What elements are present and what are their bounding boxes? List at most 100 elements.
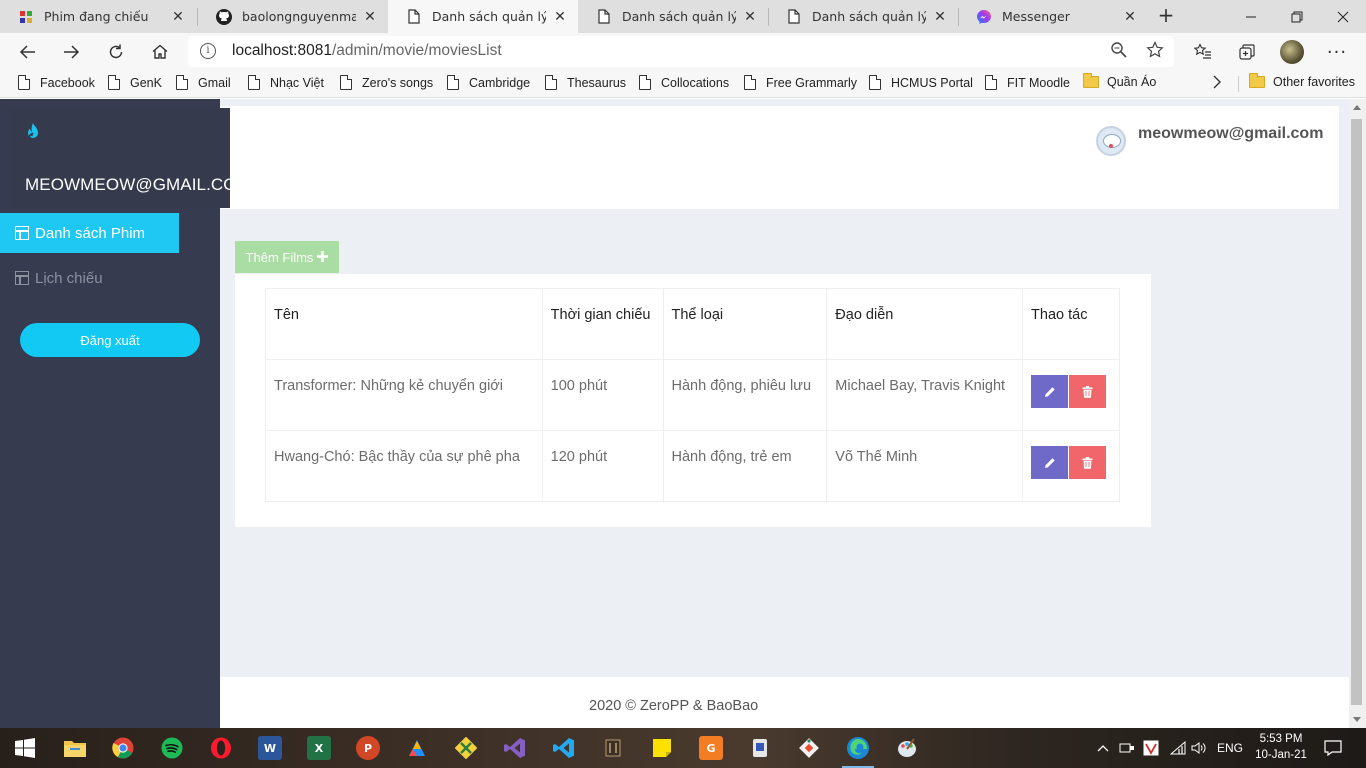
scrollbar-thumb[interactable]: [1351, 119, 1362, 705]
page-icon: [596, 9, 612, 25]
paint-icon[interactable]: [895, 736, 919, 760]
spotify-icon[interactable]: [160, 736, 184, 760]
close-icon[interactable]: ✕: [362, 9, 378, 25]
tab-danh-sach-quan-ly[interactable]: Danh sách quản lý ✕: [768, 0, 958, 33]
page-icon: [248, 75, 260, 90]
favorite-nhac-viet[interactable]: Nhạc Việt: [248, 75, 324, 90]
favorite-other-favorites[interactable]: Other favorites: [1249, 73, 1355, 89]
folder-icon: [1249, 73, 1265, 88]
url-host: localhost:8081: [232, 42, 332, 59]
delete-button[interactable]: [1069, 446, 1107, 479]
vscode-icon[interactable]: [552, 736, 576, 760]
cell-duration: 100 phút: [541, 359, 664, 431]
user-avatar[interactable]: [1096, 126, 1126, 156]
tab-phim-dang-chieu[interactable]: Phim đang chiếu ✕: [0, 0, 196, 33]
delete-button[interactable]: [1069, 375, 1107, 408]
favorites-list-icon[interactable]: [1188, 37, 1218, 67]
favorite-collocations[interactable]: Collocations: [639, 75, 729, 90]
close-icon[interactable]: ✕: [552, 9, 568, 25]
file-explorer-icon[interactable]: [63, 736, 87, 760]
clock-time: 5:53 PM: [1259, 733, 1303, 745]
chrome-icon[interactable]: [111, 736, 135, 760]
column-header-name: Tên: [265, 288, 543, 360]
home-button[interactable]: [145, 37, 175, 67]
favorite-free-grammarly[interactable]: Free Grammarly: [744, 75, 857, 90]
close-window-button[interactable]: [1320, 0, 1366, 33]
favorite-gmail[interactable]: Gmail: [176, 75, 231, 90]
paint-3d-icon[interactable]: [405, 736, 429, 760]
sticky-notes-icon[interactable]: [650, 736, 674, 760]
close-icon[interactable]: ✕: [932, 9, 948, 25]
tab-danh-sach-quan-ly[interactable]: Danh sách quản lý ✕: [578, 0, 768, 33]
usb-device-icon[interactable]: [1119, 728, 1135, 768]
logout-button[interactable]: Đăng xuất: [20, 323, 200, 357]
new-tab-button[interactable]: +: [1154, 4, 1178, 28]
volume-icon[interactable]: [1191, 728, 1207, 768]
edit-button[interactable]: [1031, 375, 1069, 408]
favorite-facebook[interactable]: Facebook: [18, 75, 95, 90]
edge-icon[interactable]: [846, 736, 870, 760]
add-film-button[interactable]: Thêm Films: [235, 241, 339, 273]
collections-icon[interactable]: [1232, 37, 1262, 67]
chevron-right-icon[interactable]: [1212, 75, 1222, 93]
top-navbar: meowmeow@gmail.com: [220, 106, 1339, 209]
refresh-button[interactable]: [101, 37, 131, 67]
wifi-icon[interactable]: [1170, 728, 1186, 768]
folder-icon: [1083, 73, 1099, 88]
network-tool-icon[interactable]: [748, 736, 772, 760]
windows-start-icon[interactable]: [13, 736, 37, 760]
search-icon[interactable]: [1110, 41, 1128, 64]
favorite-folder-quan-ao[interactable]: Quần Áo: [1083, 73, 1156, 89]
more-menu-icon[interactable]: ···: [1322, 37, 1352, 67]
sidebar-item-movies[interactable]: Danh sách Phim: [0, 213, 179, 253]
minimize-button[interactable]: [1228, 0, 1274, 33]
favorite-thesaurus[interactable]: Thesaurus: [545, 75, 626, 90]
tab-messenger[interactable]: Messenger ✕: [958, 0, 1148, 33]
taskbar-clock[interactable]: 5:53 PM 10-Jan-21: [1251, 731, 1311, 763]
column-header-duration: Thời gian chiếu: [541, 288, 664, 360]
close-icon[interactable]: ✕: [1122, 9, 1138, 25]
visual-studio-icon[interactable]: [503, 736, 527, 760]
favorite-label: Facebook: [40, 75, 95, 90]
github-icon: [216, 8, 232, 25]
edit-button[interactable]: [1031, 446, 1069, 479]
foxit-pdf-icon[interactable]: G: [699, 736, 723, 760]
media-player-icon[interactable]: [601, 736, 625, 760]
opera-icon[interactable]: [209, 736, 233, 760]
favorite-fit-moodle[interactable]: FIT Moodle: [985, 75, 1070, 90]
page-scrollbar[interactable]: [1349, 99, 1366, 728]
pencil-icon: [1044, 457, 1055, 468]
page-icon: [406, 9, 422, 25]
close-icon[interactable]: ✕: [170, 9, 186, 25]
scroll-down-icon[interactable]: [1353, 717, 1361, 722]
user-email[interactable]: meowmeow@gmail.com: [1138, 125, 1323, 143]
back-button[interactable]: [13, 37, 43, 67]
restore-button[interactable]: [1274, 0, 1320, 33]
chevron-up-icon[interactable]: [1097, 728, 1109, 768]
close-icon[interactable]: ✕: [742, 9, 758, 25]
powerpoint-icon[interactable]: P: [356, 736, 380, 760]
url-field[interactable]: i localhost:8081/admin/movie/moviesList: [188, 36, 1174, 67]
vmware-icon[interactable]: [1143, 728, 1159, 768]
snipping-tool-icon[interactable]: [454, 736, 478, 760]
forward-button[interactable]: [56, 37, 86, 67]
favorite-label: HCMUS Portal: [891, 75, 973, 90]
favorite-genk[interactable]: GenK: [108, 75, 162, 90]
info-icon[interactable]: i: [200, 43, 216, 59]
favorite-zeros-songs[interactable]: Zero's songs: [340, 75, 433, 90]
tab-github[interactable]: baolongnguyenmac/Ci ✕: [198, 0, 388, 33]
tab-danh-sach-quan-ly-active[interactable]: Danh sách quản lý ✕: [388, 0, 578, 33]
word-icon[interactable]: W: [258, 736, 282, 760]
tab-title: Messenger: [1002, 9, 1070, 24]
star-icon[interactable]: [1146, 41, 1164, 64]
git-app-icon[interactable]: [797, 736, 821, 760]
language-indicator[interactable]: ENG: [1217, 728, 1243, 768]
excel-icon[interactable]: X: [307, 736, 331, 760]
sidebar-item-schedule[interactable]: Lịch chiếu: [0, 258, 179, 298]
scroll-up-icon[interactable]: [1353, 105, 1361, 110]
notification-icon[interactable]: [1324, 728, 1342, 768]
layout-icon: [15, 271, 29, 285]
favorite-cambridge[interactable]: Cambridge: [447, 75, 530, 90]
profile-avatar[interactable]: [1277, 37, 1307, 67]
favorite-hcmus-portal[interactable]: HCMUS Portal: [869, 75, 973, 90]
